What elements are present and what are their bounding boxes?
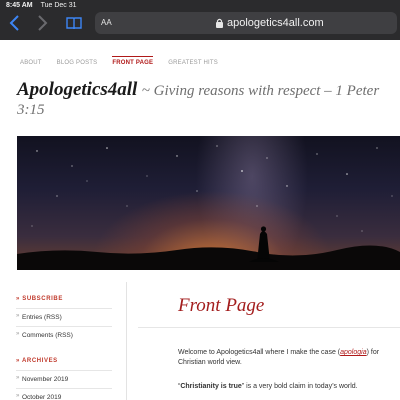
url-text: apologetics4all.com xyxy=(227,17,324,29)
nav-about[interactable]: ABOUT xyxy=(20,60,42,66)
sidebar: » SUBSCRIBE Entries (RSS) Comments (RSS)… xyxy=(16,296,112,400)
subscribe-heading: » SUBSCRIBE xyxy=(16,296,63,302)
status-time: 8:45 AM xyxy=(6,2,33,9)
nav-greatest-hits[interactable]: GREATEST HITS xyxy=(168,60,218,66)
nav-front-page[interactable]: FRONT PAGE xyxy=(112,56,154,66)
web-page: ABOUT BLOG POSTS FRONT PAGE GREATEST HIT… xyxy=(0,40,400,400)
intro-paragraph-line2: Christian world view. xyxy=(178,359,242,366)
forward-icon[interactable] xyxy=(35,15,49,31)
archives-heading: » ARCHIVES xyxy=(16,358,58,364)
address-bar[interactable]: AA apologetics4all.com xyxy=(95,12,397,34)
header-image xyxy=(17,136,400,270)
starry-sky-illustration xyxy=(17,145,400,270)
bookmarks-icon[interactable] xyxy=(66,16,82,30)
sidebar-item-comments-rss[interactable]: Comments (RSS) xyxy=(16,326,112,344)
site-tagline: ~ Giving reasons with respect – 1 Peter xyxy=(141,83,380,99)
top-navigation: ABOUT BLOG POSTS FRONT PAGE GREATEST HIT… xyxy=(20,56,233,66)
site-tagline-continued: 3:15 xyxy=(17,102,45,118)
sidebar-item-october-2019[interactable]: October 2019 xyxy=(16,388,112,400)
status-bar: 8:45 AM Tue Dec 31 xyxy=(6,2,77,9)
sidebar-item-entries-rss[interactable]: Entries (RSS) xyxy=(16,308,112,326)
page-title: Front Page xyxy=(178,295,265,316)
lock-icon xyxy=(216,18,223,28)
text-size-button[interactable]: AA xyxy=(101,18,112,27)
nav-blog-posts[interactable]: BLOG POSTS xyxy=(57,60,98,66)
title-divider xyxy=(138,327,400,328)
intro-paragraph: Welcome to Apologetics4all where I make … xyxy=(178,349,380,356)
sidebar-item-november-2019[interactable]: November 2019 xyxy=(16,370,112,388)
sidebar-divider xyxy=(126,282,127,400)
status-date: Tue Dec 31 xyxy=(40,2,77,9)
site-header: Apologetics4all ~ Giving reasons with re… xyxy=(17,80,397,120)
site-name[interactable]: Apologetics4all xyxy=(17,79,137,100)
back-icon[interactable] xyxy=(8,15,22,31)
claim-paragraph: “Christianity is true” is a very bold cl… xyxy=(178,383,358,390)
browser-toolbar: 8:45 AM Tue Dec 31 AA apologetics4all.com xyxy=(0,0,400,40)
apologia-link[interactable]: apologia xyxy=(340,349,366,356)
